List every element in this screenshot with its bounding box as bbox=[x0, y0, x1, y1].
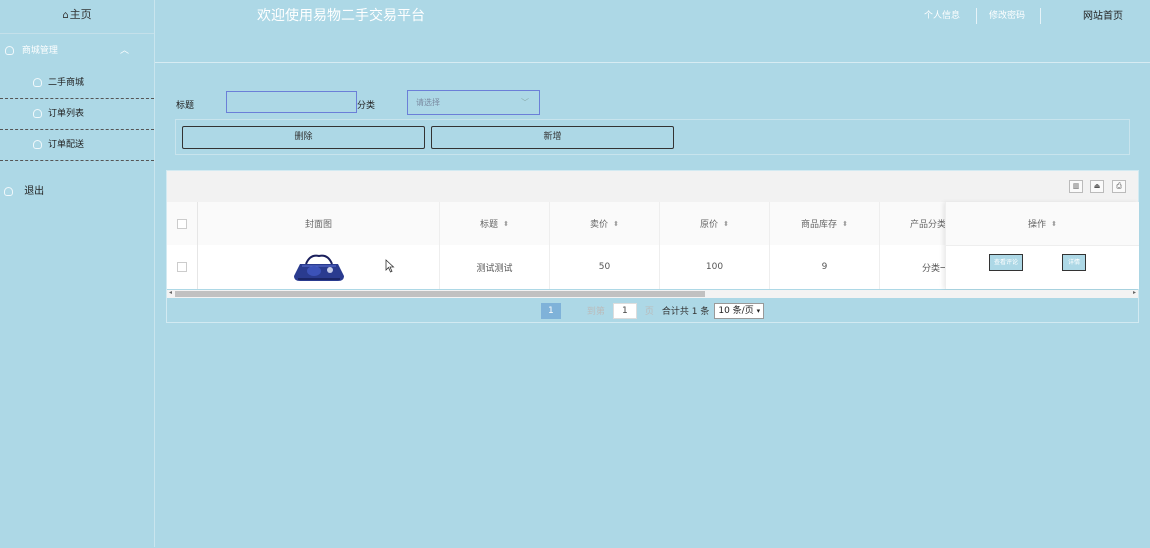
topbar: 欢迎使用易物二手交易平台 个人信息 修改密码 网站首页 bbox=[155, 0, 1150, 62]
sidebar-item-delivery[interactable]: 订单配送 bbox=[0, 130, 154, 161]
category-label: 分类 bbox=[357, 101, 376, 111]
sidebar-item-mall[interactable]: 二手商城 bbox=[0, 68, 154, 99]
print-icon[interactable]: ⎙ bbox=[1112, 180, 1126, 193]
home-icon: ⌂ bbox=[62, 10, 69, 21]
columns-icon[interactable]: ▥ bbox=[1069, 180, 1083, 193]
user-icon bbox=[33, 109, 42, 118]
select-all-checkbox[interactable] bbox=[177, 218, 187, 229]
sidebar-group-label: 商城管理 bbox=[21, 46, 58, 56]
goto-label: 到第 bbox=[586, 307, 605, 317]
data-table: ▥ ⏏ ⎙ 封面图 标题 ⬍ 卖价 ⬍ 原价 ⬍ 商品库存 ⬍ 产品分类 测试测… bbox=[166, 170, 1139, 323]
chevron-down-icon: ﹀ bbox=[521, 98, 529, 107]
stock-cell: 9 bbox=[770, 245, 880, 289]
sidebar-logout[interactable]: 退出 bbox=[0, 176, 154, 208]
column-label: 封面图 bbox=[304, 220, 332, 230]
main-content: 标题 分类 请选择 ﹀ 删除 新增 ▥ ⏏ ⎙ 封面图 标题 ⬍ 卖价 ⬍ 原价… bbox=[155, 62, 1150, 548]
column-label: 操作 bbox=[1028, 220, 1047, 230]
scroll-thumb[interactable] bbox=[175, 291, 705, 297]
delete-button[interactable]: 删除 bbox=[182, 126, 425, 149]
detail-button[interactable]: 详情 bbox=[1062, 254, 1087, 271]
horizontal-scrollbar[interactable]: ◂ ▸ bbox=[167, 289, 1138, 298]
page-current[interactable]: 1 bbox=[540, 302, 561, 319]
price-cell: 50 bbox=[550, 245, 660, 289]
export-icon[interactable]: ⏏ bbox=[1090, 180, 1104, 193]
sort-icon: ⬍ bbox=[842, 219, 848, 228]
scroll-right-icon[interactable]: ▸ bbox=[1133, 289, 1136, 296]
cover-cell bbox=[198, 245, 440, 289]
sort-icon: ⬍ bbox=[1051, 219, 1057, 228]
category-select[interactable]: 请选择 ﹀ bbox=[407, 90, 540, 115]
column-header-original-price[interactable]: 原价 ⬍ bbox=[660, 202, 770, 245]
top-nav: 个人信息 修改密码 网站首页 bbox=[750, 8, 1150, 26]
scroll-left-icon[interactable]: ◂ bbox=[169, 289, 172, 296]
column-header-cover: 封面图 bbox=[198, 202, 440, 245]
column-header-price[interactable]: 卖价 ⬍ bbox=[550, 202, 660, 245]
sidebar-item-label: 二手商城 bbox=[48, 78, 85, 88]
sidebar-logout-label: 退出 bbox=[24, 186, 45, 197]
handbag-image bbox=[293, 254, 344, 281]
sidebar: ⌂主页 商城管理 ︿ 二手商城 订单列表 订单配送 退出 bbox=[0, 0, 155, 547]
page-title: 欢迎使用易物二手交易平台 bbox=[257, 8, 425, 24]
view-comments-button[interactable]: 查看评论 bbox=[989, 254, 1024, 271]
column-label: 商品库存 bbox=[801, 220, 838, 230]
action-bar: 删除 新增 bbox=[175, 119, 1130, 155]
goto-page-input[interactable]: 1 bbox=[612, 302, 637, 319]
user-icon bbox=[4, 186, 13, 196]
chevron-down-icon: ▾ bbox=[756, 306, 761, 315]
nav-divider bbox=[1040, 8, 1041, 24]
sort-icon: ⬍ bbox=[613, 219, 619, 228]
operations-column: 操作 ⬍ 查看评论 详情 bbox=[945, 202, 1139, 289]
add-button[interactable]: 新增 bbox=[431, 126, 674, 149]
page-size-value: 10 条/页 bbox=[718, 305, 754, 316]
column-header-stock[interactable]: 商品库存 ⬍ bbox=[770, 202, 880, 245]
total-count: 合计共 1 条 bbox=[661, 307, 710, 317]
column-header-title[interactable]: 标题 ⬍ bbox=[440, 202, 550, 245]
select-all-cell bbox=[167, 202, 198, 245]
nav-divider bbox=[976, 8, 977, 24]
sidebar-home-link[interactable]: ⌂主页 bbox=[0, 0, 154, 34]
nav-profile-link[interactable]: 个人信息 bbox=[924, 8, 960, 21]
column-label: 卖价 bbox=[590, 220, 609, 230]
column-label: 标题 bbox=[480, 220, 499, 230]
column-label: 产品分类 bbox=[910, 220, 947, 230]
title-label: 标题 bbox=[176, 101, 195, 111]
sidebar-item-orders[interactable]: 订单列表 bbox=[0, 99, 154, 130]
sidebar-group-mall[interactable]: 商城管理 ︿ bbox=[0, 34, 154, 68]
sidebar-item-label: 订单配送 bbox=[48, 140, 85, 150]
nav-password-link[interactable]: 修改密码 bbox=[989, 8, 1025, 21]
title-cell: 测试测试 bbox=[440, 245, 550, 289]
mouse-cursor-icon bbox=[385, 259, 395, 273]
user-icon bbox=[5, 46, 14, 55]
nav-site-home-link[interactable]: 网站首页 bbox=[1083, 7, 1123, 22]
original-price-cell: 100 bbox=[660, 245, 770, 289]
pagination: 1 到第 1 页 合计共 1 条 10 条/页 ▾ bbox=[167, 298, 1138, 323]
column-header-operations[interactable]: 操作 ⬍ bbox=[946, 202, 1139, 246]
sidebar-home-label: 主页 bbox=[69, 8, 92, 21]
user-icon bbox=[33, 140, 42, 149]
operations-cell: 查看评论 详情 bbox=[946, 245, 1139, 289]
sidebar-item-label: 订单列表 bbox=[48, 109, 85, 119]
page-unit-label: 页 bbox=[644, 307, 654, 317]
table-toolbar: ▥ ⏏ ⎙ bbox=[167, 171, 1138, 202]
column-label: 原价 bbox=[700, 220, 719, 230]
row-checkbox[interactable] bbox=[177, 262, 187, 272]
sort-icon: ⬍ bbox=[723, 219, 729, 228]
page-size-select[interactable]: 10 条/页 ▾ bbox=[714, 302, 765, 319]
user-icon bbox=[33, 78, 42, 87]
title-search-input[interactable] bbox=[226, 91, 357, 113]
category-select-placeholder: 请选择 bbox=[416, 98, 440, 107]
row-select-cell bbox=[167, 245, 198, 289]
sort-icon: ⬍ bbox=[503, 219, 509, 228]
chevron-up-icon: ︿ bbox=[120, 46, 130, 56]
